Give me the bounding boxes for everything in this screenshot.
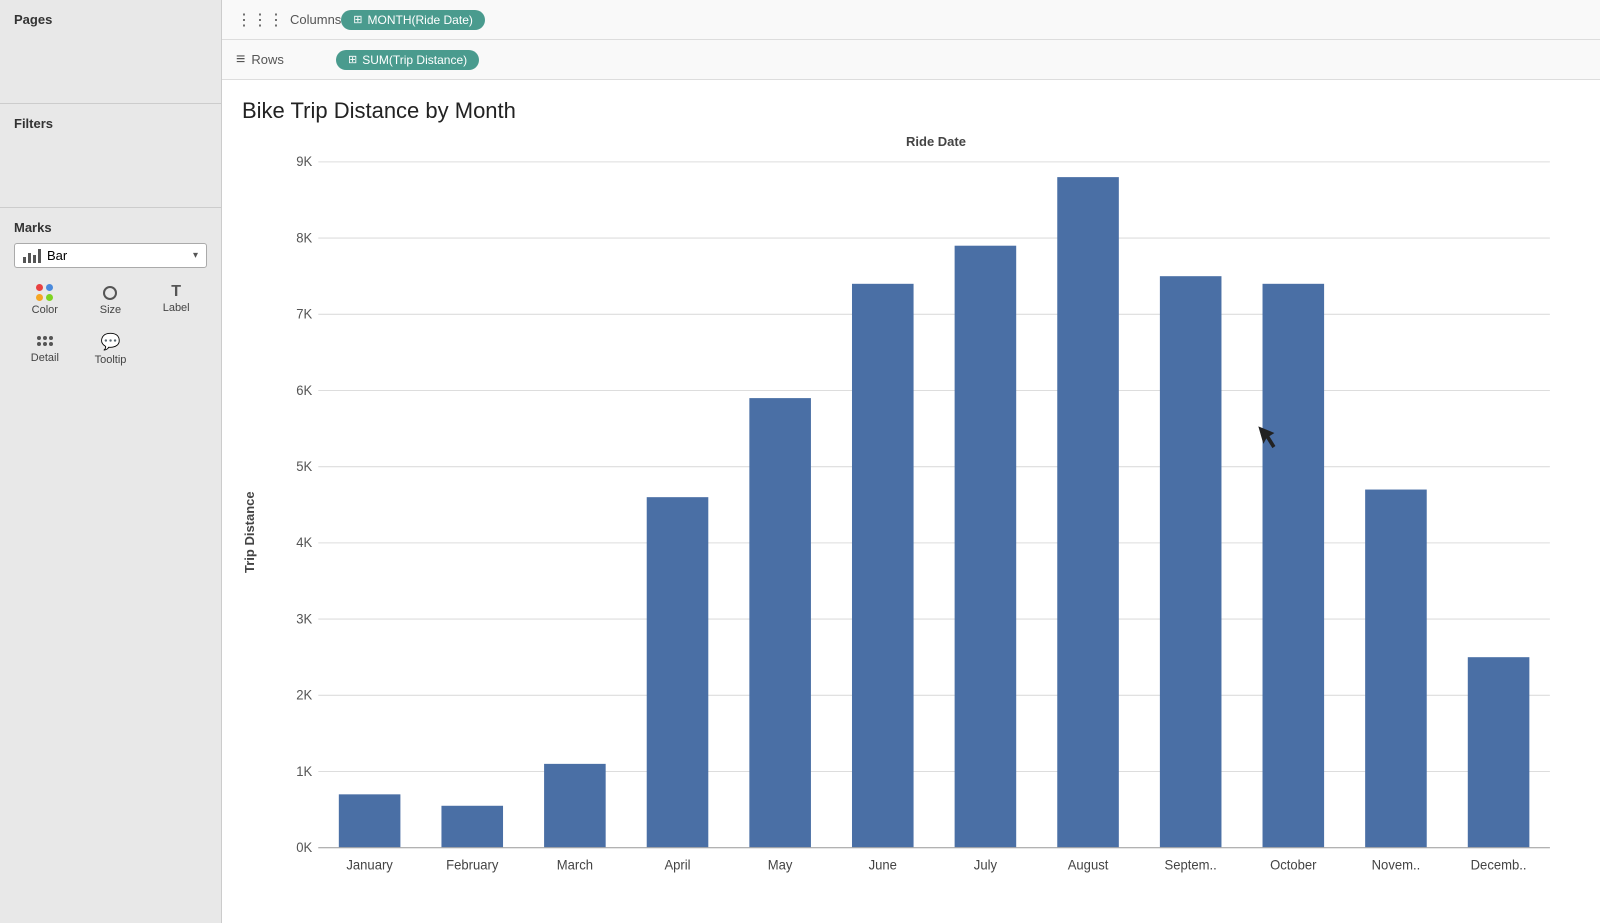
marks-dropdown-left: Bar xyxy=(23,248,67,263)
filters-section: Filters xyxy=(0,104,221,208)
marks-detail-cell[interactable]: Detail xyxy=(14,326,76,372)
svg-text:Novem..: Novem.. xyxy=(1372,857,1421,873)
pages-title: Pages xyxy=(14,12,207,27)
bar-september[interactable] xyxy=(1160,276,1222,848)
tooltip-icon: 💬 xyxy=(101,332,121,352)
rows-pill-label: SUM(Trip Distance) xyxy=(362,53,467,67)
marks-type-dropdown[interactable]: Bar ▾ xyxy=(14,243,207,268)
tooltip-label: Tooltip xyxy=(95,354,127,366)
svg-text:October: October xyxy=(1270,857,1317,873)
svg-text:4K: 4K xyxy=(296,535,312,551)
marks-label-cell[interactable]: T Label xyxy=(145,278,207,322)
filters-title: Filters xyxy=(14,116,207,131)
marks-section: Marks Bar ▾ xyxy=(0,208,221,380)
rows-pill[interactable]: ⊞ SUM(Trip Distance) xyxy=(336,50,479,70)
size-label: Size xyxy=(100,304,121,316)
rows-icon: ≡ xyxy=(236,51,245,69)
bar-may[interactable] xyxy=(749,398,811,848)
svg-text:August: August xyxy=(1068,857,1109,873)
rows-row: ≡ Rows ⊞ SUM(Trip Distance) xyxy=(222,40,1600,80)
svg-text:May: May xyxy=(768,857,793,873)
bar-april[interactable] xyxy=(647,497,709,848)
bar-january[interactable] xyxy=(339,794,401,847)
svg-text:June: June xyxy=(869,857,897,873)
bar-november[interactable] xyxy=(1365,490,1427,848)
chart-svg-container[interactable]: 0K 1K 2K 3K 4K 5K 6K 7K 8K 9K January February March… xyxy=(263,151,1570,913)
svg-text:Septem..: Septem.. xyxy=(1165,857,1217,873)
svg-text:January: January xyxy=(346,857,393,873)
marks-grid: Color Size T Label xyxy=(14,278,207,372)
marks-tooltip-cell[interactable]: 💬 Tooltip xyxy=(80,326,142,372)
label-label: Label xyxy=(163,302,190,314)
detail-label: Detail xyxy=(31,352,59,364)
color-label: Color xyxy=(32,304,58,316)
svg-text:February: February xyxy=(446,857,498,873)
label-icon: T xyxy=(171,284,181,300)
columns-pill-label: MONTH(Ride Date) xyxy=(368,13,473,27)
rows-label-area: ≡ Rows xyxy=(236,51,336,69)
bar-march[interactable] xyxy=(544,764,606,848)
marks-size-cell[interactable]: Size xyxy=(80,278,142,322)
bar-august[interactable] xyxy=(1057,177,1119,848)
marks-title: Marks xyxy=(14,220,207,235)
bar-chart-svg: 0K 1K 2K 3K 4K 5K 6K 7K 8K 9K January February March… xyxy=(263,151,1570,913)
svg-text:9K: 9K xyxy=(296,154,312,170)
size-icon xyxy=(101,284,119,302)
pages-section: Pages xyxy=(0,0,221,104)
marks-dropdown-label: Bar xyxy=(47,248,67,263)
svg-text:March: March xyxy=(557,857,593,873)
bar-december[interactable] xyxy=(1468,657,1530,848)
bar-july[interactable] xyxy=(955,246,1017,848)
columns-icon: ⋮⋮⋮ xyxy=(236,10,284,30)
columns-row: ⋮⋮⋮ Columns ⊞ MONTH(Ride Date) xyxy=(222,0,1600,40)
marks-color-cell[interactable]: Color xyxy=(14,278,76,322)
main-content: ⋮⋮⋮ Columns ⊞ MONTH(Ride Date) ≡ Rows ⊞ … xyxy=(222,0,1600,923)
pill-calendar-icon: ⊞ xyxy=(353,13,362,26)
svg-text:1K: 1K xyxy=(296,763,312,779)
svg-text:7K: 7K xyxy=(296,306,312,322)
y-axis-label: Trip Distance xyxy=(242,151,257,913)
columns-label-area: ⋮⋮⋮ Columns xyxy=(236,10,341,30)
svg-text:0K: 0K xyxy=(296,840,312,856)
svg-text:April: April xyxy=(664,857,690,873)
detail-icon xyxy=(36,332,54,350)
pages-body xyxy=(14,35,207,95)
rows-pill-icon: ⊞ xyxy=(348,53,357,66)
filters-body xyxy=(14,139,207,199)
columns-pill[interactable]: ⊞ MONTH(Ride Date) xyxy=(341,10,485,30)
svg-text:5K: 5K xyxy=(296,459,312,475)
bar-february[interactable] xyxy=(441,806,503,848)
svg-text:2K: 2K xyxy=(296,687,312,703)
chart-area: Bike Trip Distance by Month Ride Date Tr… xyxy=(222,80,1600,923)
x-axis-header: Ride Date xyxy=(302,134,1570,149)
chart-body: Trip Distance 0K 1K 2K 3K 4K 5K 6K 7K 8K 9K Januar… xyxy=(242,151,1570,913)
svg-text:6K: 6K xyxy=(296,382,312,398)
color-icon xyxy=(36,284,54,302)
svg-text:July: July xyxy=(974,857,997,873)
svg-text:3K: 3K xyxy=(296,611,312,627)
dropdown-chevron-icon: ▾ xyxy=(193,250,198,261)
bar-october[interactable] xyxy=(1263,284,1325,848)
chart-title: Bike Trip Distance by Month xyxy=(242,98,1570,124)
bar-june[interactable] xyxy=(852,284,914,848)
bar-chart-icon xyxy=(23,249,41,263)
sidebar: Pages Filters Marks Bar ▾ xyxy=(0,0,222,923)
svg-text:8K: 8K xyxy=(296,230,312,246)
chart-inner: 0K 1K 2K 3K 4K 5K 6K 7K 8K 9K January February March… xyxy=(263,151,1570,913)
rows-label: Rows xyxy=(251,52,284,67)
svg-text:Decemb..: Decemb.. xyxy=(1471,857,1527,873)
columns-label: Columns xyxy=(290,12,341,27)
